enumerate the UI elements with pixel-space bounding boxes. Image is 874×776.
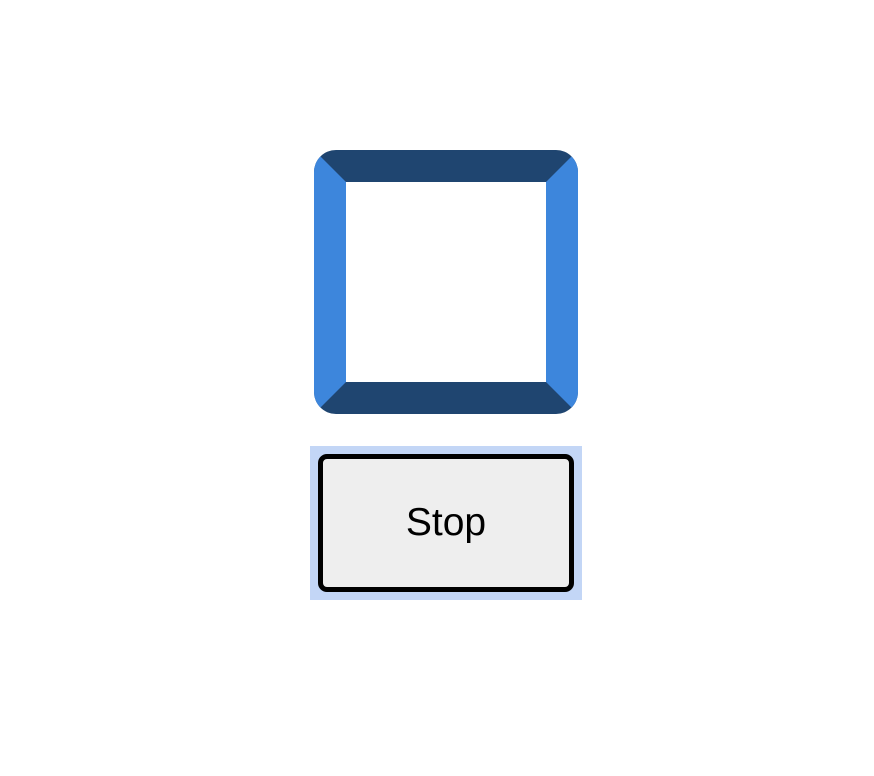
page-stage: Stop	[0, 0, 874, 776]
stop-button[interactable]: Stop	[318, 454, 574, 592]
animated-square	[314, 150, 578, 414]
